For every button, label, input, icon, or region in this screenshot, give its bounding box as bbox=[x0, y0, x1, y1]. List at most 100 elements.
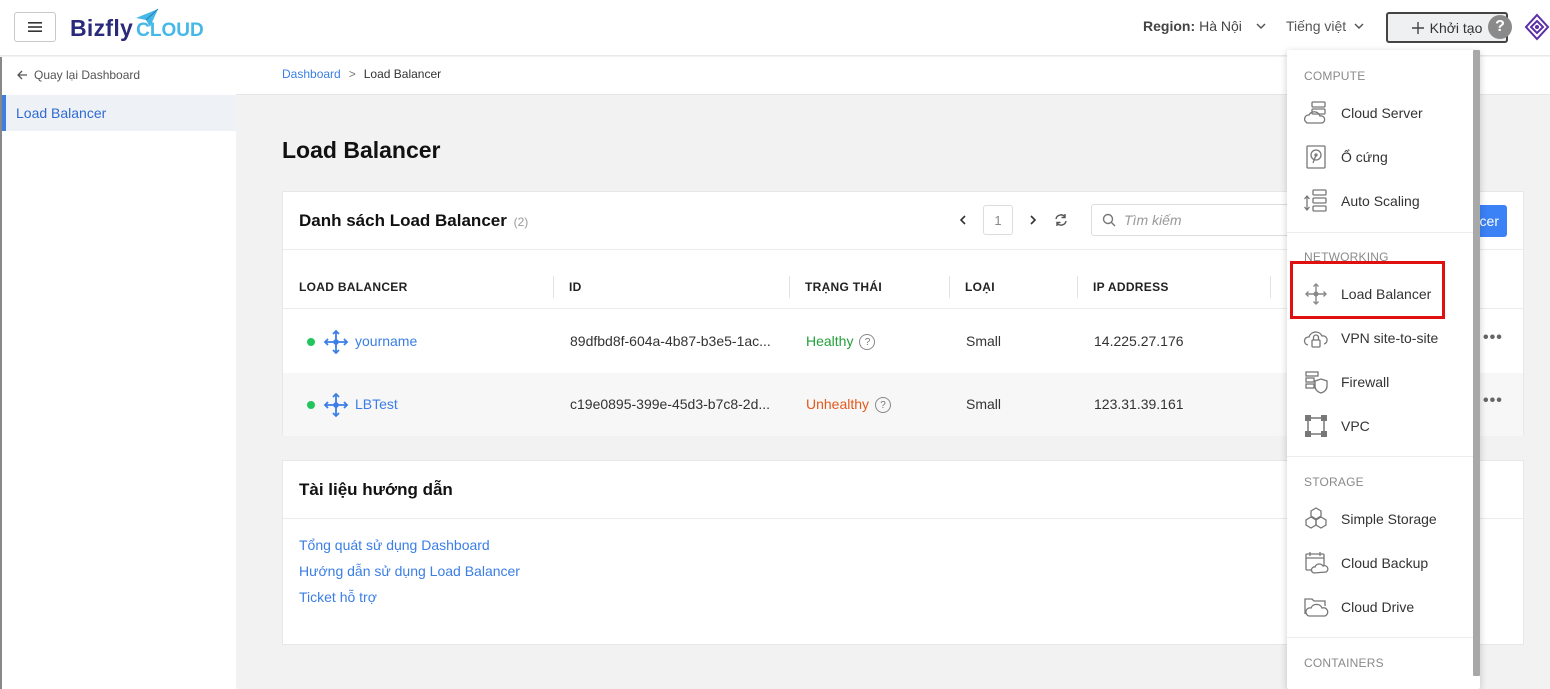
lb-id: 89dfbd8f-604a-4b87-b3e5-1ac... bbox=[570, 333, 771, 349]
question-icon[interactable]: ? bbox=[875, 397, 892, 414]
menu-item-firewall[interactable]: Firewall bbox=[1303, 365, 1463, 399]
menu-item-vpc[interactable]: VPC bbox=[1303, 409, 1463, 443]
sidebar-item-load-balancer[interactable]: Load Balancer bbox=[2, 95, 236, 131]
load-balancer-icon bbox=[323, 329, 349, 355]
refresh-icon bbox=[1055, 214, 1067, 226]
menu-button[interactable] bbox=[14, 12, 56, 42]
search-icon bbox=[1102, 213, 1116, 227]
menu-item-simple-storage[interactable]: Simple Storage bbox=[1303, 502, 1463, 536]
column-header-id[interactable]: ID bbox=[569, 280, 582, 294]
more-actions-icon[interactable]: ••• bbox=[1483, 329, 1503, 347]
apps-button[interactable] bbox=[1524, 13, 1550, 44]
menu-section-networking: NETWORKING bbox=[1304, 250, 1389, 264]
bizfly-logo[interactable]: Bizfly CLOUD bbox=[70, 8, 204, 46]
disk-icon bbox=[1306, 145, 1326, 169]
menu-section-containers: CONTAINERS bbox=[1304, 656, 1384, 670]
menu-scrollbar[interactable] bbox=[1473, 50, 1480, 676]
region-value: Hà Nội bbox=[1199, 18, 1242, 34]
column-divider bbox=[1270, 276, 1271, 298]
back-to-dashboard-link[interactable]: Quay lại Dashboard bbox=[16, 68, 140, 82]
menu-item-label: Auto Scaling bbox=[1341, 193, 1420, 209]
list-title: Danh sách Load Balancer (2) bbox=[299, 211, 528, 231]
menu-item-load-balancer[interactable]: Load Balancer bbox=[1303, 277, 1463, 311]
lb-name-link[interactable]: yourname bbox=[355, 333, 417, 349]
prev-page-button[interactable] bbox=[955, 205, 971, 235]
simple-storage-icon bbox=[1305, 507, 1327, 529]
lb-id: c19e0895-399e-45d3-b7c8-2d... bbox=[570, 396, 771, 412]
page-number-input[interactable]: 1 bbox=[983, 205, 1013, 235]
menu-item-label: Cloud Drive bbox=[1341, 599, 1415, 615]
column-header-status[interactable]: TRẠNG THÁI bbox=[805, 280, 882, 294]
menu-section-storage: STORAGE bbox=[1304, 475, 1364, 489]
language-label: Tiếng việt bbox=[1286, 18, 1347, 34]
lb-status: Healthy? bbox=[806, 333, 876, 351]
sidebar: Quay lại Dashboard Load Balancer bbox=[0, 57, 236, 689]
menu-divider bbox=[1287, 456, 1473, 457]
column-header-ip-address[interactable]: IP ADDRESS bbox=[1093, 280, 1169, 294]
doc-link-dashboard-overview[interactable]: Tổng quát sử dụng Dashboard bbox=[299, 537, 490, 553]
menu-divider bbox=[1287, 637, 1473, 638]
chevron-right-icon bbox=[1030, 215, 1037, 225]
language-selector[interactable]: Tiếng việt bbox=[1286, 18, 1366, 34]
column-divider bbox=[949, 276, 950, 298]
menu-item-cloud-drive[interactable]: Cloud Drive bbox=[1303, 590, 1463, 624]
hamburger-icon bbox=[28, 22, 42, 32]
pagination: 1 bbox=[955, 205, 1069, 235]
cloud-server-icon bbox=[1304, 101, 1326, 124]
menu-item-label: Ổ cứng bbox=[1341, 149, 1388, 165]
column-divider bbox=[789, 276, 790, 298]
vpn-icon bbox=[1303, 331, 1328, 348]
status-text: Unhealthy bbox=[806, 396, 870, 412]
question-icon[interactable]: ? bbox=[859, 334, 876, 351]
breadcrumb-separator: > bbox=[348, 67, 356, 81]
more-actions-icon[interactable]: ••• bbox=[1483, 392, 1503, 410]
arrow-left-icon bbox=[17, 70, 27, 80]
search-box bbox=[1091, 204, 1301, 236]
create-button-label: Khởi tạo bbox=[1429, 19, 1483, 36]
menu-item-label: Firewall bbox=[1341, 374, 1390, 390]
doc-link-support-ticket[interactable]: Ticket hỗ trợ bbox=[299, 589, 377, 605]
help-icon[interactable]: ? bbox=[1488, 15, 1512, 39]
chevron-down-icon bbox=[1256, 23, 1266, 30]
refresh-button[interactable] bbox=[1053, 205, 1069, 235]
docs-title: Tài liệu hướng dẫn bbox=[299, 480, 453, 499]
breadcrumb-dashboard[interactable]: Dashboard bbox=[282, 67, 341, 81]
doc-link-load-balancer-guide[interactable]: Hướng dẫn sử dụng Load Balancer bbox=[299, 563, 520, 579]
page-title: Load Balancer bbox=[282, 137, 441, 163]
column-header-load-balancer[interactable]: LOAD BALANCER bbox=[299, 280, 408, 294]
menu-item-disk[interactable]: Ổ cứng bbox=[1303, 140, 1463, 174]
lb-ip: 123.31.39.161 bbox=[1094, 396, 1184, 412]
column-header-type[interactable]: LOẠI bbox=[965, 280, 995, 294]
menu-item-auto-scaling[interactable]: Auto Scaling bbox=[1303, 184, 1463, 218]
lb-type: Small bbox=[966, 396, 1002, 412]
lb-name-link[interactable]: LBTest bbox=[355, 396, 398, 412]
menu-item-label: VPN site-to-site bbox=[1341, 330, 1439, 346]
menu-item-label: Simple Storage bbox=[1341, 511, 1437, 527]
search-input[interactable] bbox=[1124, 212, 1284, 228]
menu-item-cloud-server[interactable]: Cloud Server bbox=[1303, 96, 1463, 130]
apps-grid-icon bbox=[1524, 13, 1550, 41]
menu-divider bbox=[1287, 232, 1473, 233]
cloud-drive-icon bbox=[1304, 598, 1329, 617]
chevron-left-icon bbox=[959, 215, 966, 225]
column-divider bbox=[1077, 276, 1078, 298]
menu-item-cloud-backup[interactable]: Cloud Backup bbox=[1303, 546, 1463, 580]
list-title-text: Danh sách Load Balancer bbox=[299, 211, 507, 230]
top-bar: Bizfly CLOUD Region: Hà Nội Tiếng việt K… bbox=[0, 0, 1550, 56]
paper-plane-icon bbox=[136, 8, 159, 27]
plus-icon bbox=[1411, 21, 1424, 34]
back-link-label: Quay lại Dashboard bbox=[34, 68, 141, 82]
menu-item-label: Load Balancer bbox=[1341, 286, 1432, 302]
cloud-backup-icon bbox=[1305, 552, 1329, 574]
next-page-button[interactable] bbox=[1025, 205, 1041, 235]
region-selector[interactable]: Region: Hà Nội bbox=[1143, 18, 1268, 34]
menu-item-label: Cloud Server bbox=[1341, 105, 1423, 121]
menu-item-label: Cloud Backup bbox=[1341, 555, 1429, 571]
status-dot bbox=[307, 338, 315, 346]
vpc-icon bbox=[1305, 415, 1327, 437]
firewall-icon bbox=[1305, 371, 1328, 394]
breadcrumb: Dashboard > Load Balancer bbox=[282, 67, 441, 81]
load-balancer-icon bbox=[1305, 283, 1327, 305]
lb-ip: 14.225.27.176 bbox=[1094, 333, 1184, 349]
menu-item-vpn-site-to-site[interactable]: VPN site-to-site bbox=[1303, 321, 1463, 355]
